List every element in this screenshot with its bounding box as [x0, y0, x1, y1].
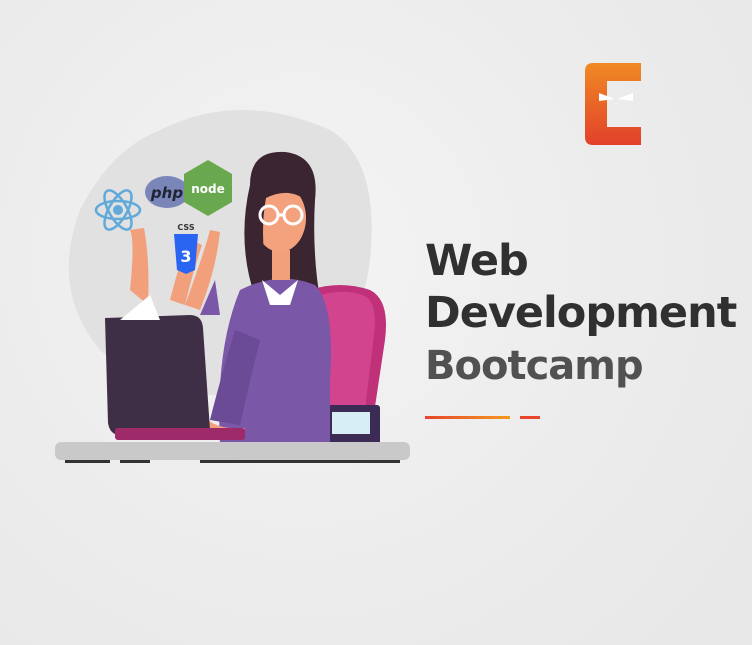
title-line-2: Development [425, 288, 737, 338]
title-block: Web Development Bootcamp [425, 235, 737, 393]
title-line-1: Web [425, 236, 529, 286]
developer-illustration: php node CSS 3 [55, 110, 410, 463]
title-underline [425, 416, 540, 420]
banner: Web Development Bootcamp php node CSS 3 [0, 0, 752, 645]
svg-text:node: node [191, 182, 225, 196]
title-line-3: Bootcamp [425, 343, 644, 389]
coding-ninjas-logo-icon [585, 63, 641, 145]
php-icon: php [145, 176, 189, 208]
svg-text:php: php [150, 184, 183, 202]
desk [55, 442, 410, 460]
svg-text:CSS: CSS [177, 223, 194, 232]
svg-text:3: 3 [180, 247, 191, 266]
css3-icon: CSS 3 [174, 223, 198, 274]
